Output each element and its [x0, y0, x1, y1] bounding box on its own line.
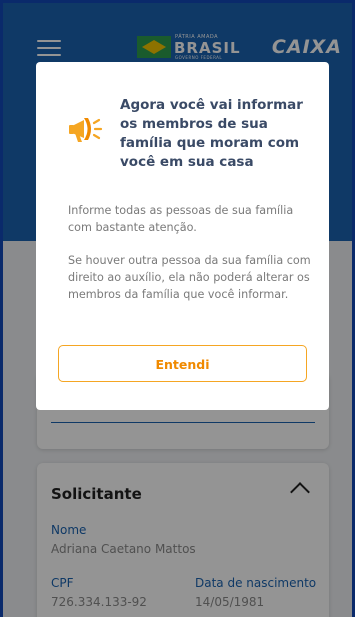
app-frame: PÁTRIA AMADA BRASIL GOVERNO FEDERAL CAIX…	[3, 3, 352, 617]
modal-paragraph-1: Informe todas as pessoas de sua família …	[68, 204, 294, 234]
modal-paragraph-2: Se houver outra pessoa da sua família co…	[68, 254, 311, 301]
info-modal: Agora você vai informar os membros de su…	[36, 62, 329, 410]
modal-title: Agora você vai informar os membros de su…	[120, 97, 303, 170]
entendi-button[interactable]: Entendi	[58, 345, 307, 382]
megaphone-icon	[69, 118, 103, 142]
